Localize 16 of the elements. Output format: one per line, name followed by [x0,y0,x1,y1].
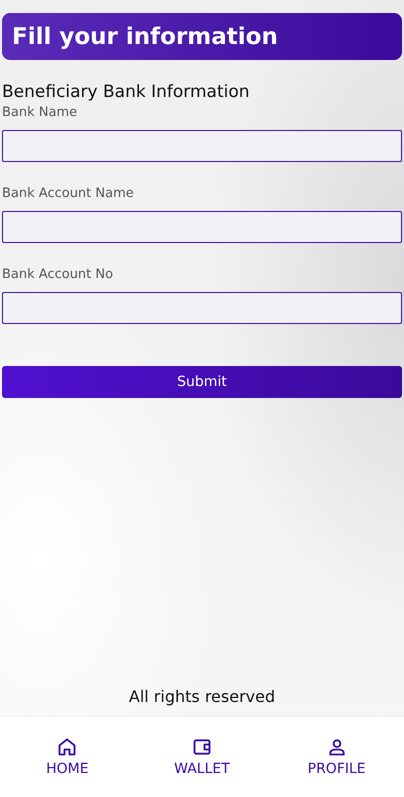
section-title: Beneficiary Bank Information [2,82,251,102]
page-title: Fill your information [12,24,278,50]
input-field[interactable] [2,292,402,324]
field-label: Bank Account Name [2,186,135,201]
home-icon [57,737,78,757]
field-label: Bank Name [2,105,78,120]
input-field[interactable] [2,130,402,162]
wallet-icon [192,737,212,757]
person-icon [326,737,347,757]
nav-item[interactable]: PROFILE [292,737,382,777]
footer-text: All rights reserved [128,687,276,706]
input-field[interactable] [2,211,402,243]
field-label: Bank Account No [2,267,114,282]
nav-item[interactable]: HOME [22,737,112,777]
nav-item[interactable]: WALLET [156,737,247,777]
submit-button[interactable]: Submit [2,366,402,398]
